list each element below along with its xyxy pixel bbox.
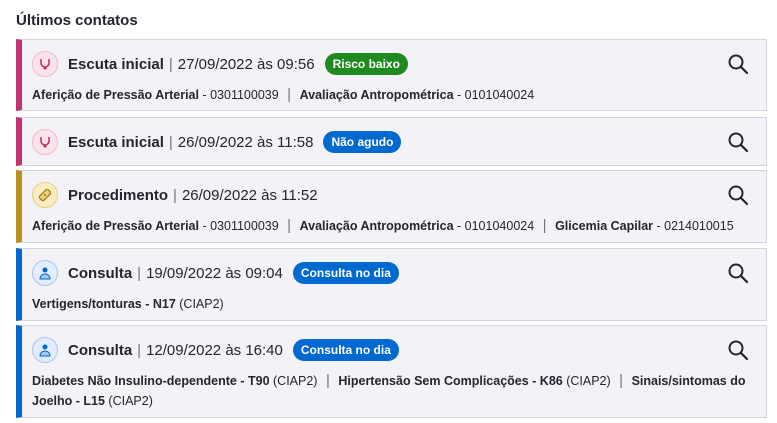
contact-type: Consulta [68,264,133,282]
stethoscope-icon [32,129,58,155]
search-icon[interactable] [726,261,750,285]
procedure-name: Avaliação Antropométrica [299,88,454,102]
bandage-icon [32,182,58,208]
procedure-name: Aferição de Pressão Arterial [32,88,199,102]
procedure-name: Glicemia Capilar [555,219,654,233]
contact-card: Consulta | 19/09/2022 às 09:04 Consulta … [16,248,767,321]
contact-datetime: 12/09/2022 às 16:40 [146,341,283,359]
separator: | [137,264,142,282]
procedure-code: - 0101040024 [453,88,535,102]
separator: | [287,86,292,103]
procedure-name: Avaliação Antropométrica [299,219,454,233]
contact-details: Diabetes Não Insulino-dependente - T90 (… [32,371,756,411]
diagnosis-code: (CIAP2) [104,394,153,408]
contact-type: Procedimento [68,186,169,204]
contact-card: Escuta inicial | 27/09/2022 às 09:56 Ris… [16,39,767,111]
contact-card: Consulta | 12/09/2022 às 16:40 Consulta … [16,325,767,418]
risk-badge: Não agudo [323,131,402,153]
procedure-name: Aferição de Pressão Arterial [32,219,199,233]
contact-datetime: 27/09/2022 às 09:56 [177,55,315,73]
diagnosis-code: (CIAP2) [562,374,611,388]
separator: | [325,372,330,389]
diagnosis-code: (CIAP2) [175,297,224,311]
contact-type: Escuta inicial [68,55,164,73]
separator: | [542,217,547,234]
separator: | [168,133,173,151]
contact-datetime: 19/09/2022 às 09:04 [146,264,283,282]
separator: | [137,341,142,359]
risk-badge: Risco baixo [324,53,408,75]
search-icon[interactable] [726,183,750,207]
contact-type: Consulta [68,341,133,359]
separator: | [619,372,624,389]
contact-card: Procedimento | 26/09/2022 às 11:52 Aferi… [16,170,767,243]
procedure-code: - 0101040024 [453,219,535,233]
contact-datetime: 26/09/2022 às 11:52 [181,186,318,204]
consultation-badge: Consulta no dia [292,262,399,284]
contact-details: Vertigens/tonturas - N17 (CIAP2) [32,294,756,314]
search-icon[interactable] [726,52,750,76]
search-icon[interactable] [726,338,750,362]
contact-details: Aferição de Pressão Arterial - 030110003… [32,216,756,236]
diagnosis-name: Vertigens/tonturas - N17 [32,297,176,311]
search-icon[interactable] [726,130,750,154]
contact-details: Aferição de Pressão Arterial - 030110003… [32,85,756,105]
separator: | [287,217,292,234]
contact-datetime: 26/09/2022 às 11:58 [177,133,314,151]
diagnosis-code: (CIAP2) [269,374,318,388]
doctor-icon [32,337,58,363]
doctor-icon [32,260,58,286]
diagnosis-name: Hipertensão Sem Complicações - K86 [338,374,563,388]
separator: | [168,55,173,73]
contact-card: Escuta inicial | 26/09/2022 às 11:58 Não… [16,117,767,166]
procedure-code: - 0301100039 [198,88,279,102]
separator: | [173,186,177,204]
stethoscope-icon [32,51,58,77]
procedure-code: - 0301100039 [198,219,279,233]
diagnosis-name: Diabetes Não Insulino-dependente - T90 [32,374,270,388]
contact-type: Escuta inicial [68,133,164,151]
section-title: Últimos contatos [16,12,138,29]
consultation-badge: Consulta no dia [292,339,399,361]
procedure-code: - 0214010015 [653,219,734,233]
